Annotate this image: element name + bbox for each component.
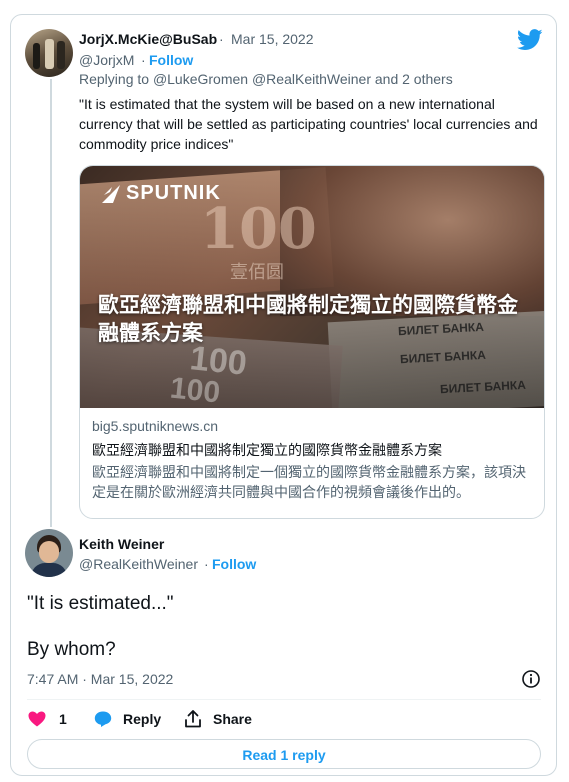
reply-text-line1: "It is estimated..." xyxy=(27,593,174,614)
heart-icon[interactable] xyxy=(27,709,47,729)
avatar-keith[interactable] xyxy=(25,529,73,577)
separator: · xyxy=(219,31,224,47)
divider xyxy=(27,699,541,700)
replying-users[interactable]: @LukeGromen @RealKeithWeiner xyxy=(153,71,371,87)
replying-prefix: Replying to xyxy=(79,71,150,87)
separator: · xyxy=(204,556,209,572)
link-title: 歐亞經濟聯盟和中國將制定獨立的國際貨幣金融體系方案 xyxy=(92,442,442,458)
sputnik-logo-icon xyxy=(102,184,120,203)
link-domain: big5.sputniknews.cn xyxy=(92,418,219,434)
reply-action[interactable]: Reply xyxy=(93,709,161,729)
separator: · xyxy=(141,52,146,68)
like-count: 1 xyxy=(59,711,67,727)
tweet-card: JorjX.McKie@BuSab · Mar 15, 2022 @JorjxM… xyxy=(10,14,557,776)
tweet-date[interactable]: Mar 15, 2022 xyxy=(231,31,314,47)
share-icon[interactable] xyxy=(183,709,203,729)
tweet-text: "It is estimated that the system will be… xyxy=(79,96,538,152)
image-headline: 歐亞經濟聯盟和中國將制定獨立的國際貨幣金融體系方案 xyxy=(98,294,518,345)
share-label: Share xyxy=(213,711,252,727)
reply-text-line2: By whom? xyxy=(27,639,116,660)
reply-timestamp[interactable]: 7:47 AM · Mar 15, 2022 xyxy=(27,671,173,687)
read-replies-button[interactable]: Read 1 reply xyxy=(27,739,541,769)
replying-others[interactable]: 2 others xyxy=(402,71,453,87)
handle-keith[interactable]: @RealKeithWeiner xyxy=(79,556,198,572)
link-preview-image: 100 壹佰圆 БИЛЕТ БАНКА БИЛЕТ БАНКА БИЛЕТ БА… xyxy=(80,166,544,408)
handle-jorjx[interactable]: @JorjxM xyxy=(79,52,134,68)
link-preview-card[interactable]: 100 壹佰圆 БИЛЕТ БАНКА БИЛЕТ БАНКА БИЛЕТ БА… xyxy=(79,165,545,519)
banknote-chinese: 壹佰圆 xyxy=(230,262,284,282)
follow-link-keith[interactable]: Follow xyxy=(212,556,256,572)
banknote-number: 100 xyxy=(200,196,317,262)
sputnik-logo: SPUTNIK xyxy=(100,182,221,205)
display-name-jorjx[interactable]: JorjX.McKie@BuSab xyxy=(79,31,217,47)
follow-link-jorjx[interactable]: Follow xyxy=(149,52,193,68)
ruble-number-2: 100 xyxy=(168,371,222,408)
like-action[interactable]: 1 xyxy=(27,709,67,729)
info-icon[interactable] xyxy=(521,669,541,689)
share-action[interactable]: Share xyxy=(183,709,252,729)
sputnik-brand: SPUTNIK xyxy=(126,182,221,204)
thread-line xyxy=(50,79,52,527)
replying-and: and xyxy=(374,71,399,87)
avatar-jorjx[interactable] xyxy=(25,29,73,77)
replying-to: Replying to @LukeGromen @RealKeithWeiner… xyxy=(79,71,453,87)
display-name-keith[interactable]: Keith Weiner xyxy=(79,536,164,552)
link-description: 歐亞經濟聯盟和中國將制定一個獨立的國際貨幣金融體系方案，該項決定是在關於歐洲經濟… xyxy=(92,464,526,500)
reply-icon[interactable] xyxy=(93,709,113,729)
reply-label: Reply xyxy=(123,711,162,727)
twitter-bird-icon[interactable] xyxy=(516,29,543,51)
